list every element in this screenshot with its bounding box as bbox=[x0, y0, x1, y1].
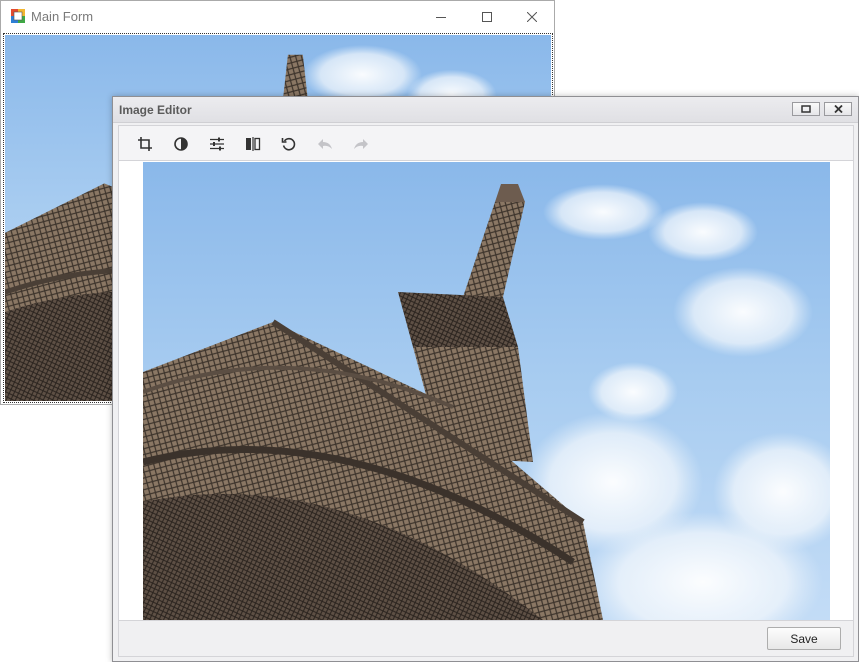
restore-icon bbox=[801, 105, 811, 113]
main-form-title: Main Form bbox=[31, 9, 94, 24]
flip-icon bbox=[246, 137, 261, 151]
maximize-icon bbox=[482, 11, 492, 22]
close-icon bbox=[833, 105, 843, 113]
crop-button[interactable] bbox=[133, 132, 157, 156]
rotate-icon bbox=[281, 137, 296, 151]
flip-button[interactable] bbox=[241, 132, 265, 156]
image-editor-dialog: Image Editor Save bbox=[112, 96, 859, 662]
undo-button[interactable] bbox=[313, 132, 337, 156]
minimize-icon bbox=[436, 16, 446, 18]
image-editor-canvas[interactable] bbox=[118, 161, 854, 620]
brightness-contrast-button[interactable] bbox=[169, 132, 193, 156]
editor-close-button[interactable] bbox=[824, 102, 852, 116]
minimize-button[interactable] bbox=[418, 1, 464, 32]
close-button[interactable] bbox=[509, 1, 555, 32]
image-editor-toolbar bbox=[118, 125, 854, 161]
app-form-icon bbox=[11, 9, 25, 23]
contrast-icon bbox=[174, 137, 188, 151]
image-editor-titlebar[interactable]: Image Editor bbox=[113, 97, 858, 123]
maximize-button[interactable] bbox=[464, 1, 510, 32]
restore-button[interactable] bbox=[792, 102, 820, 116]
image-editor-title: Image Editor bbox=[119, 103, 192, 117]
save-button[interactable]: Save bbox=[767, 627, 841, 650]
undo-icon bbox=[318, 139, 332, 149]
rotate-button[interactable] bbox=[277, 132, 301, 156]
eiffel-tower-photo bbox=[143, 162, 830, 620]
main-form-titlebar[interactable]: Main Form bbox=[1, 1, 554, 32]
adjustments-button[interactable] bbox=[205, 132, 229, 156]
close-icon bbox=[527, 11, 537, 22]
redo-icon bbox=[354, 139, 368, 149]
sliders-icon bbox=[210, 137, 224, 151]
redo-button[interactable] bbox=[349, 132, 373, 156]
crop-icon bbox=[138, 137, 152, 151]
image-editor-footer: Save bbox=[118, 620, 854, 657]
